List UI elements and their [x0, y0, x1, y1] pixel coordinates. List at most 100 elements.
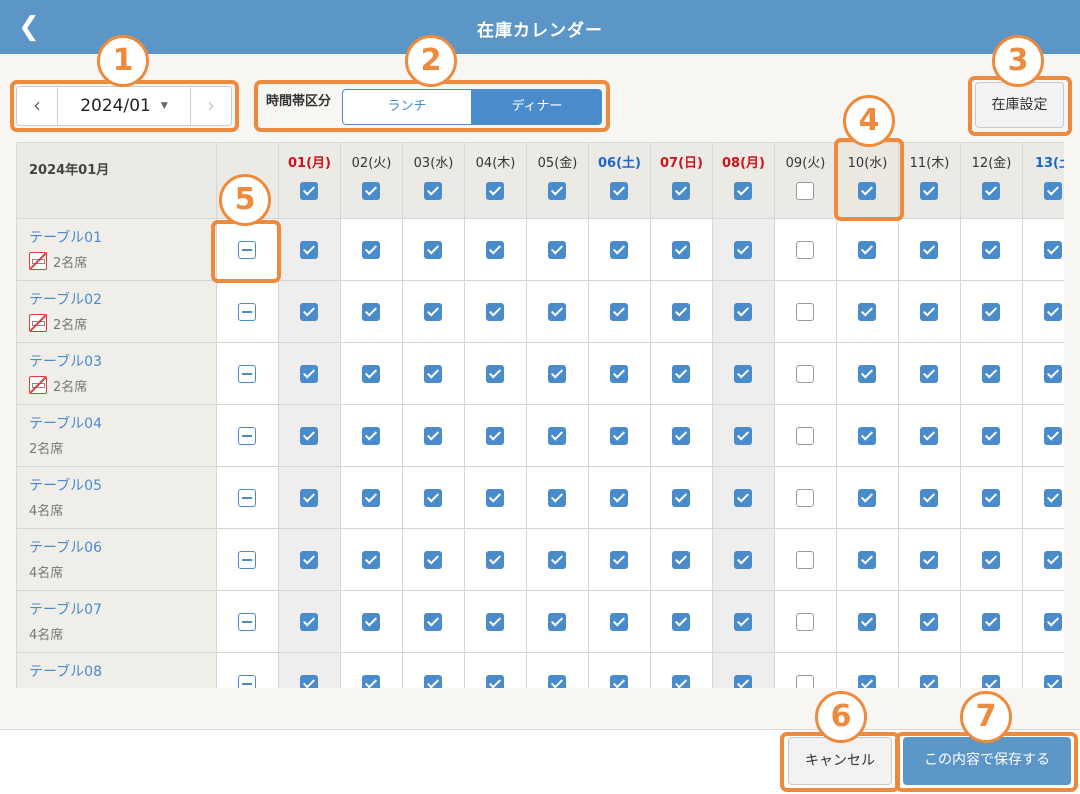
availability-checkbox[interactable]: [858, 489, 876, 507]
table-name-link[interactable]: テーブル08: [29, 661, 102, 681]
availability-checkbox[interactable]: [920, 613, 938, 631]
availability-checkbox[interactable]: [672, 303, 690, 321]
day-select-all-checkbox[interactable]: [610, 182, 628, 200]
row-select-all-checkbox[interactable]: [238, 613, 256, 631]
availability-checkbox[interactable]: [486, 427, 504, 445]
availability-checkbox[interactable]: [424, 551, 442, 569]
availability-checkbox[interactable]: [672, 365, 690, 383]
availability-checkbox[interactable]: [362, 365, 380, 383]
availability-checkbox[interactable]: [734, 551, 752, 569]
availability-checkbox[interactable]: [548, 613, 566, 631]
availability-checkbox[interactable]: [610, 365, 628, 383]
availability-checkbox[interactable]: [300, 675, 318, 688]
availability-checkbox[interactable]: [486, 551, 504, 569]
availability-checkbox[interactable]: [672, 613, 690, 631]
availability-checkbox[interactable]: [362, 303, 380, 321]
day-select-all-checkbox[interactable]: [424, 182, 442, 200]
availability-checkbox[interactable]: [362, 241, 380, 259]
availability-checkbox[interactable]: [1044, 241, 1062, 259]
availability-checkbox[interactable]: [858, 613, 876, 631]
availability-checkbox[interactable]: [610, 427, 628, 445]
row-select-all-checkbox[interactable]: [238, 551, 256, 569]
availability-checkbox[interactable]: [1044, 675, 1062, 688]
day-select-all-checkbox[interactable]: [486, 182, 504, 200]
availability-checkbox[interactable]: [796, 675, 814, 688]
table-name-link[interactable]: テーブル07: [29, 599, 102, 619]
availability-checkbox[interactable]: [486, 613, 504, 631]
availability-checkbox[interactable]: [300, 613, 318, 631]
availability-checkbox[interactable]: [610, 489, 628, 507]
availability-checkbox[interactable]: [672, 675, 690, 688]
availability-checkbox[interactable]: [548, 489, 566, 507]
row-select-all-checkbox[interactable]: [238, 675, 256, 688]
availability-checkbox[interactable]: [424, 489, 442, 507]
availability-checkbox[interactable]: [486, 675, 504, 688]
availability-checkbox[interactable]: [362, 613, 380, 631]
table-name-link[interactable]: テーブル06: [29, 537, 102, 557]
availability-checkbox[interactable]: [796, 427, 814, 445]
availability-checkbox[interactable]: [1044, 365, 1062, 383]
availability-checkbox[interactable]: [300, 551, 318, 569]
availability-checkbox[interactable]: [424, 241, 442, 259]
availability-checkbox[interactable]: [734, 613, 752, 631]
availability-checkbox[interactable]: [300, 241, 318, 259]
availability-checkbox[interactable]: [920, 427, 938, 445]
availability-checkbox[interactable]: [982, 241, 1000, 259]
availability-checkbox[interactable]: [486, 241, 504, 259]
availability-checkbox[interactable]: [300, 303, 318, 321]
availability-checkbox[interactable]: [796, 551, 814, 569]
row-select-all-checkbox[interactable]: [238, 365, 256, 383]
availability-checkbox[interactable]: [672, 489, 690, 507]
availability-checkbox[interactable]: [858, 551, 876, 569]
availability-checkbox[interactable]: [796, 241, 814, 259]
availability-checkbox[interactable]: [734, 365, 752, 383]
availability-checkbox[interactable]: [610, 613, 628, 631]
availability-checkbox[interactable]: [1044, 489, 1062, 507]
availability-checkbox[interactable]: [734, 241, 752, 259]
availability-checkbox[interactable]: [982, 551, 1000, 569]
availability-checkbox[interactable]: [362, 427, 380, 445]
table-name-link[interactable]: テーブル03: [29, 351, 102, 371]
day-select-all-checkbox[interactable]: [920, 182, 938, 200]
availability-checkbox[interactable]: [424, 427, 442, 445]
row-select-all-checkbox[interactable]: [238, 427, 256, 445]
availability-checkbox[interactable]: [548, 303, 566, 321]
availability-checkbox[interactable]: [424, 675, 442, 688]
availability-checkbox[interactable]: [548, 551, 566, 569]
availability-checkbox[interactable]: [610, 675, 628, 688]
availability-checkbox[interactable]: [424, 365, 442, 383]
availability-checkbox[interactable]: [920, 489, 938, 507]
day-select-all-checkbox[interactable]: [300, 182, 318, 200]
availability-checkbox[interactable]: [486, 365, 504, 383]
table-name-link[interactable]: テーブル04: [29, 413, 102, 433]
availability-checkbox[interactable]: [920, 551, 938, 569]
availability-checkbox[interactable]: [424, 613, 442, 631]
availability-checkbox[interactable]: [920, 303, 938, 321]
availability-checkbox[interactable]: [300, 365, 318, 383]
row-select-all-checkbox[interactable]: [238, 303, 256, 321]
availability-checkbox[interactable]: [672, 241, 690, 259]
availability-checkbox[interactable]: [858, 427, 876, 445]
day-select-all-checkbox[interactable]: [548, 182, 566, 200]
table-name-link[interactable]: テーブル02: [29, 289, 102, 309]
availability-checkbox[interactable]: [362, 489, 380, 507]
availability-checkbox[interactable]: [362, 551, 380, 569]
availability-checkbox[interactable]: [796, 489, 814, 507]
availability-checkbox[interactable]: [982, 365, 1000, 383]
availability-checkbox[interactable]: [920, 241, 938, 259]
availability-checkbox[interactable]: [858, 365, 876, 383]
availability-checkbox[interactable]: [1044, 613, 1062, 631]
availability-checkbox[interactable]: [610, 551, 628, 569]
availability-checkbox[interactable]: [982, 303, 1000, 321]
availability-checkbox[interactable]: [858, 303, 876, 321]
availability-checkbox[interactable]: [1044, 303, 1062, 321]
availability-checkbox[interactable]: [796, 303, 814, 321]
day-select-all-checkbox[interactable]: [672, 182, 690, 200]
availability-checkbox[interactable]: [982, 675, 1000, 688]
availability-checkbox[interactable]: [610, 241, 628, 259]
availability-checkbox[interactable]: [982, 613, 1000, 631]
availability-checkbox[interactable]: [548, 365, 566, 383]
availability-checkbox[interactable]: [548, 675, 566, 688]
table-name-link[interactable]: テーブル05: [29, 475, 102, 495]
day-select-all-checkbox[interactable]: [982, 182, 1000, 200]
